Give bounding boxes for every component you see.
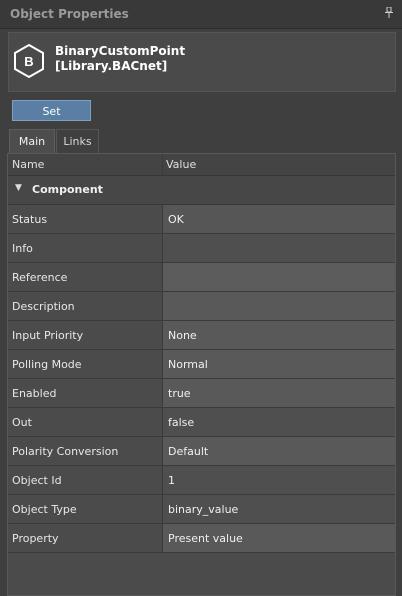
- property-row-polling-mode[interactable]: Polling Mode Normal: [8, 350, 395, 379]
- property-value-field[interactable]: [162, 263, 395, 291]
- property-value: binary_value: [168, 503, 239, 516]
- property-name: Description: [12, 300, 75, 313]
- panel-title: Object Properties: [10, 7, 129, 21]
- property-row-out[interactable]: Out false: [8, 408, 395, 437]
- property-value: 1: [168, 474, 175, 487]
- column-divider[interactable]: [162, 154, 163, 176]
- property-grid: Name Value ▼ Component Status OK Info Re…: [7, 153, 396, 596]
- property-name: Out: [12, 416, 32, 429]
- column-header-name[interactable]: Name: [12, 158, 44, 171]
- pin-icon[interactable]: [384, 6, 394, 21]
- property-value-field[interactable]: false: [162, 408, 395, 436]
- property-value: false: [168, 416, 195, 429]
- property-value: Present value: [168, 532, 243, 545]
- property-row-info[interactable]: Info: [8, 234, 395, 263]
- svg-text:B: B: [24, 54, 33, 69]
- property-value-field[interactable]: Present value: [162, 524, 395, 552]
- property-value-field[interactable]: binary_value: [162, 495, 395, 523]
- property-name: Enabled: [12, 387, 57, 400]
- property-row-reference[interactable]: Reference: [8, 263, 395, 292]
- property-value-field[interactable]: Default: [162, 437, 395, 465]
- column-header-value[interactable]: Value: [166, 158, 196, 171]
- property-row-object-id[interactable]: Object Id 1: [8, 466, 395, 495]
- property-value-field[interactable]: [162, 234, 395, 262]
- property-value-field[interactable]: Normal: [162, 350, 395, 378]
- property-name: Info: [12, 242, 33, 255]
- property-name: Reference: [12, 271, 68, 284]
- set-button[interactable]: Set: [12, 100, 91, 121]
- property-name: Input Priority: [12, 329, 84, 342]
- property-name: Object Type: [12, 503, 77, 516]
- property-name: Object Id: [12, 474, 62, 487]
- property-value-field[interactable]: [162, 292, 395, 320]
- bacnet-b-icon: B: [14, 43, 44, 79]
- property-value-field[interactable]: 1: [162, 466, 395, 494]
- property-value-field[interactable]: true: [162, 379, 395, 407]
- property-name: Polling Mode: [12, 358, 82, 371]
- grid-header-row: Name Value: [8, 154, 395, 176]
- property-name: Polarity Conversion: [12, 445, 119, 458]
- property-row-polarity-conversion[interactable]: Polarity Conversion Default: [8, 437, 395, 466]
- property-value: Default: [168, 445, 209, 458]
- property-row-description[interactable]: Description: [8, 292, 395, 321]
- section-component[interactable]: ▼ Component: [8, 176, 395, 205]
- property-value-field[interactable]: OK: [162, 205, 395, 233]
- tab-main[interactable]: Main: [9, 129, 55, 153]
- tab-links[interactable]: Links: [56, 129, 99, 153]
- property-name: Status: [12, 213, 48, 226]
- property-row-status[interactable]: Status OK: [8, 205, 395, 234]
- property-row-property[interactable]: Property Present value: [8, 524, 395, 553]
- object-library: [Library.BACnet]: [55, 59, 168, 73]
- property-row-enabled[interactable]: Enabled true: [8, 379, 395, 408]
- property-value-field[interactable]: None: [162, 321, 395, 349]
- property-value: None: [168, 329, 197, 342]
- collapse-arrow-icon[interactable]: ▼: [15, 183, 22, 193]
- property-value: true: [168, 387, 191, 400]
- property-name: Property: [12, 532, 59, 545]
- property-value: Normal: [168, 358, 208, 371]
- property-value: OK: [168, 213, 184, 226]
- section-label: Component: [32, 183, 103, 196]
- property-row-input-priority[interactable]: Input Priority None: [8, 321, 395, 350]
- property-row-object-type[interactable]: Object Type binary_value: [8, 495, 395, 524]
- panel-titlebar: Object Properties: [0, 0, 402, 29]
- object-name: BinaryCustomPoint: [55, 44, 186, 58]
- object-header: B BinaryCustomPoint [Library.BACnet]: [8, 32, 396, 92]
